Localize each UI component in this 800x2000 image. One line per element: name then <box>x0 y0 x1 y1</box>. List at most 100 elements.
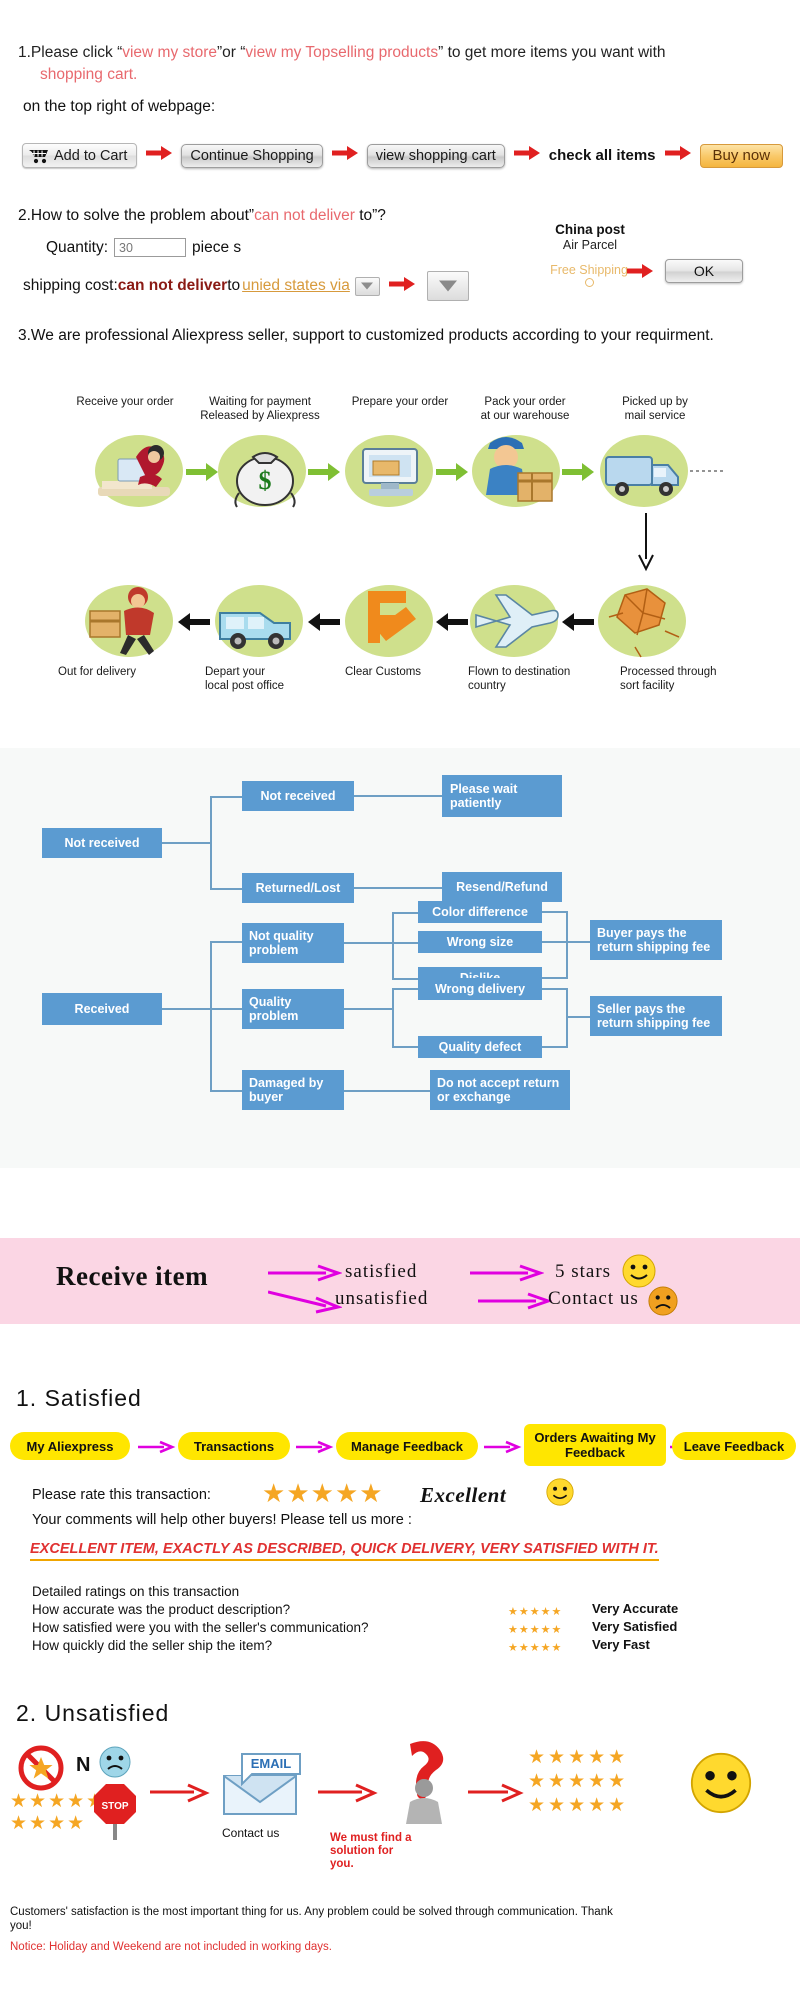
step-orders-awaiting-feedback[interactable]: Orders Awaiting My Feedback <box>524 1424 666 1466</box>
quantity-label: Quantity: <box>46 238 109 256</box>
flow-node-quality-problem: Quality problem <box>242 989 344 1029</box>
quantity-input[interactable]: 30 <box>114 238 187 257</box>
flow-label-receive-order: Receive your order <box>76 396 174 408</box>
section-3-note: 3.We are professional Aliexpress seller,… <box>18 327 714 344</box>
connector-13 <box>392 912 394 980</box>
section-1-line-3: on the top right of webpage: <box>23 98 216 115</box>
flow-node-wrong-delivery: Wrong delivery <box>418 978 542 1000</box>
return-policy-flowchart: Not received Not received Returned/Lost … <box>0 748 800 1168</box>
buy-now-button[interactable]: Buy now <box>699 143 784 168</box>
flow-label-depart-post-office: Depart your local post office <box>205 666 285 692</box>
ok-button[interactable]: OK <box>665 259 743 283</box>
star-group-icon-3: ★★★★★ <box>508 1642 563 1654</box>
detailed-ratings-title: Detailed ratings on this transaction <box>32 1584 240 1599</box>
flow-node-damaged-by-buyer: Damaged by buyer <box>242 1070 344 1110</box>
step-arrow-1-icon <box>138 1440 176 1454</box>
shipping-country-select-label[interactable]: unied states via <box>242 277 350 295</box>
shipping-cost-status: can not deliver <box>117 277 228 294</box>
view-shopping-cart-button[interactable]: view shopping cart <box>366 143 505 168</box>
check-all-items-label: check all items <box>548 147 656 164</box>
flow-icon-sort-facility <box>608 588 680 658</box>
arrow-right-icon-3 <box>513 146 540 165</box>
flow-node-quality-defect: Quality defect <box>418 1036 542 1058</box>
free-shipping-info-icon <box>584 278 594 287</box>
arrow-right-icon-4 <box>664 146 691 165</box>
connector-18 <box>542 941 568 943</box>
flow-icon-courier-running <box>89 587 154 655</box>
add-to-cart-button[interactable]: Add to Cart <box>22 143 138 168</box>
step-my-aliexpress[interactable]: My Aliexpress <box>10 1432 130 1460</box>
receive-item-band: Receive item satisfied unsatisfied 5 sta… <box>0 1238 800 1324</box>
flow-node-color-difference: Color difference <box>418 901 542 923</box>
star-icon-2: ★ <box>286 1478 310 1508</box>
step-manage-feedback[interactable]: Manage Feedback <box>336 1432 478 1460</box>
detail-question-1: How accurate was the product description… <box>32 1602 291 1617</box>
flow-label-picked-up: Picked up by mail service <box>622 396 688 422</box>
star-icon-5: ★ <box>359 1478 383 1508</box>
rating-stars[interactable]: ★ ★ ★ ★ ★ <box>262 1480 383 1506</box>
detail-label-1: Very Accurate <box>592 1601 679 1616</box>
receive-item-title: Receive item <box>56 1261 209 1291</box>
flow-label-waiting-payment: Waiting for payment Released by Aliexpre… <box>200 396 320 422</box>
no-label: N <box>76 1754 91 1776</box>
connector-7 <box>162 1008 212 1010</box>
view-topselling-products-link[interactable]: view my Topselling products <box>245 44 438 61</box>
connector-6 <box>354 887 442 889</box>
view-my-store-link[interactable]: view my store <box>122 44 217 61</box>
buy-now-label: Buy now <box>712 147 771 164</box>
flow-icon-person-computer <box>98 445 170 496</box>
section-1-line-1-mid: ”or “ <box>216 44 246 61</box>
shipping-cost-label: shipping cost: <box>23 277 118 294</box>
flow-label-out-for-delivery: Out for delivery <box>58 666 136 678</box>
email-envelope-icon: EMAIL <box>223 1753 301 1815</box>
flow-label-clear-customs: Clear Customs <box>345 666 422 678</box>
smiley-large-icon <box>690 1752 752 1814</box>
unsatisfied-star-row-1: ★★★★★ <box>10 1791 106 1812</box>
step-transactions[interactable]: Transactions <box>178 1432 290 1460</box>
connector-12 <box>344 942 394 944</box>
connector-19 <box>542 977 568 979</box>
flow-arrow-down <box>638 513 654 572</box>
star-icon-4: ★ <box>334 1478 359 1508</box>
rate-transaction-prompt: Please rate this transaction: <box>32 1487 211 1503</box>
flow-label-flown-destination: Flown to destination country <box>468 666 571 692</box>
carrier-name: China post <box>555 222 625 237</box>
contact-us-label: Contact us <box>222 1826 280 1840</box>
smiley-rating-icon <box>546 1478 574 1506</box>
connector-26 <box>542 988 568 990</box>
detail-question-3: How quickly did the seller ship the item… <box>32 1638 273 1653</box>
comment-prompt: Your comments will help other buyers! Pl… <box>32 1512 412 1528</box>
flow-node-please-wait: Please wait patiently <box>442 775 562 817</box>
connector-27 <box>542 1046 568 1048</box>
connector-8 <box>210 941 212 1091</box>
step-arrow-3-icon <box>484 1440 522 1454</box>
unsatisfied-result-stars: ★★★★★ ★★★★★ ★★★★★ <box>528 1747 629 1816</box>
receive-result-5-stars: 5 stars <box>555 1261 612 1282</box>
footer-note: Customers' satisfaction is the most impo… <box>10 1906 613 1932</box>
red-arrow-icon-3 <box>468 1783 524 1803</box>
section-1-line-1-prefix: 1.Please click “ <box>18 44 123 61</box>
section-2-heading-suffix: to”? <box>354 207 386 224</box>
flow-arrow-wrap <box>690 470 726 472</box>
flow-arrow-5 <box>178 613 210 631</box>
connector-3 <box>210 796 244 798</box>
magenta-arrow-2-icon <box>268 1290 342 1314</box>
connector-20 <box>566 911 568 979</box>
shipping-method-dropdown[interactable] <box>426 271 469 301</box>
receive-branch-unsatisfied: unsatisfied <box>335 1288 429 1309</box>
view-shopping-cart-label: view shopping cart <box>375 147 496 164</box>
detail-label-2: Very Satisfied <box>592 1619 678 1634</box>
detail-stars-2: ★★★★★ <box>508 1620 562 1638</box>
step-leave-feedback[interactable]: Leave Feedback <box>672 1432 796 1460</box>
svg-text:EMAIL: EMAIL <box>251 1756 292 1771</box>
section-2-heading-prefix: 2.How to solve the problem about” <box>18 207 255 224</box>
continue-shopping-button[interactable]: Continue Shopping <box>181 143 323 168</box>
country-dropdown-chevron-icon[interactable] <box>354 276 380 296</box>
solution-label: We must find a solution for you. <box>330 1832 412 1870</box>
step-arrow-2-icon <box>296 1440 334 1454</box>
flow-label-prepare-order: Prepare your order <box>351 396 449 408</box>
connector-24 <box>392 988 418 990</box>
detail-stars-1: ★★★★★ <box>508 1602 562 1620</box>
flow-arrow-1 <box>186 463 218 481</box>
arrow-right-icon-5 <box>388 276 415 296</box>
